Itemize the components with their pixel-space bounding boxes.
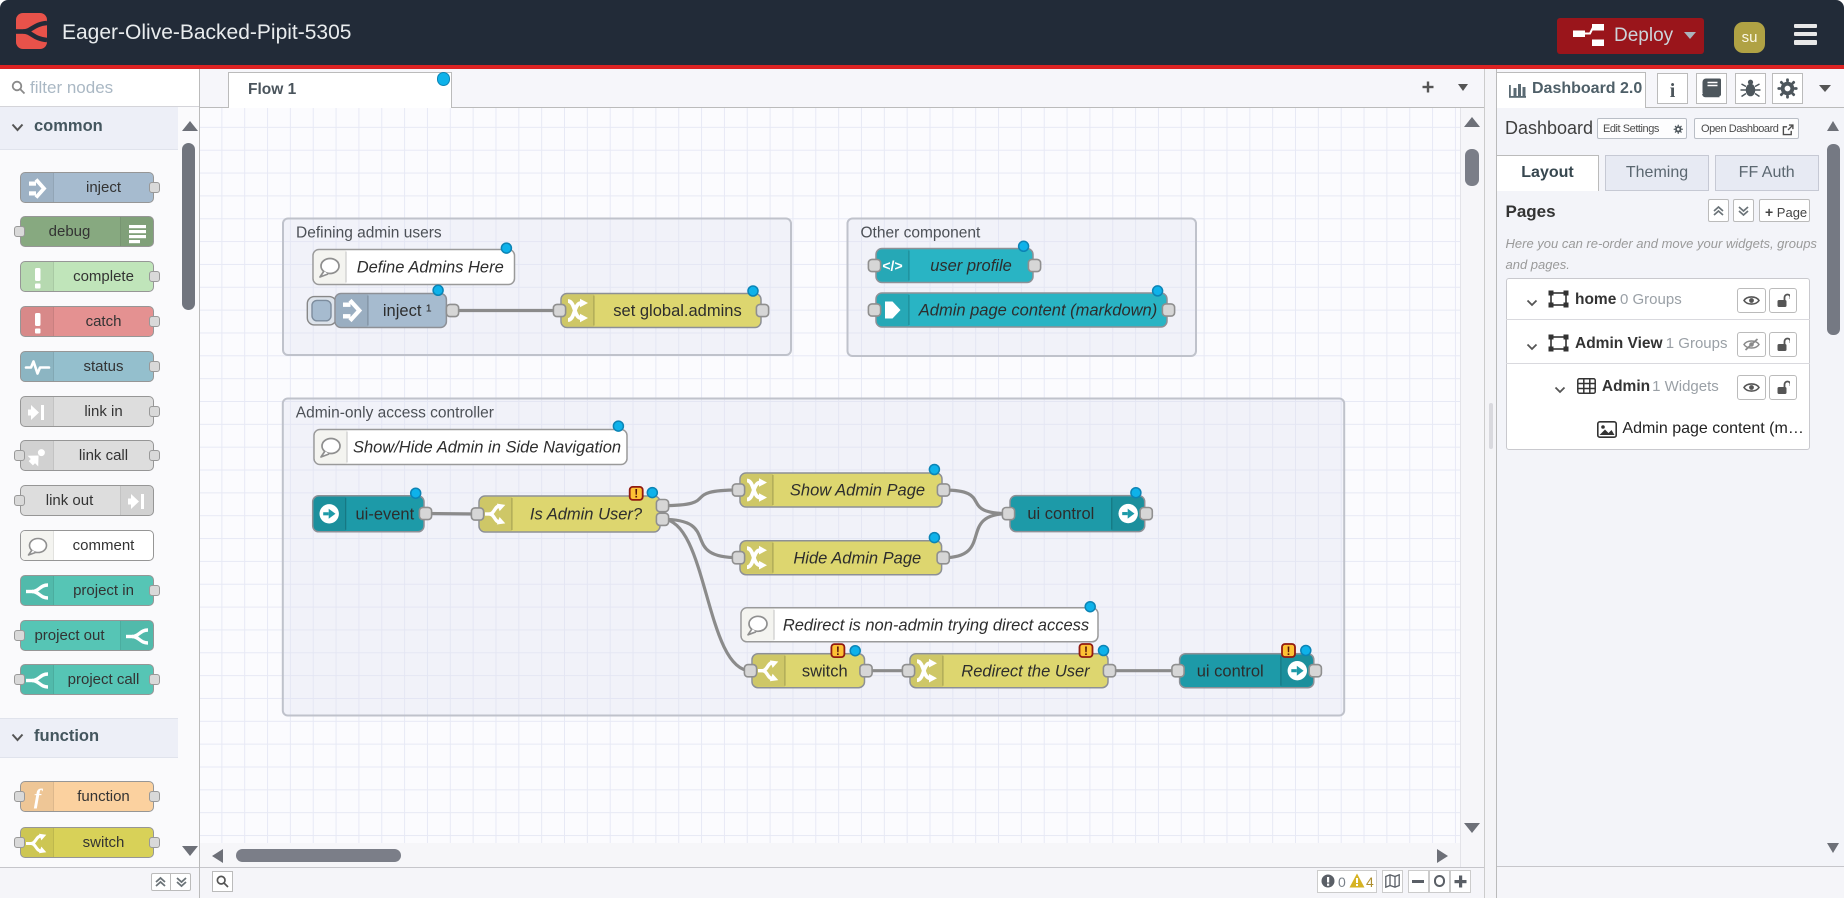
svg-text:!: !: [634, 487, 638, 501]
svg-text:Admin-only access controller: Admin-only access controller: [296, 405, 494, 422]
svg-text:Show Admin Page: Show Admin Page: [790, 482, 925, 500]
svg-text:!: !: [1287, 644, 1291, 658]
svg-text:i: i: [1670, 80, 1676, 102]
svg-text:</>: </>: [882, 258, 902, 274]
svg-text:f: f: [33, 784, 43, 809]
svg-text:Admin page content (markdown): Admin page content (markdown): [918, 302, 1157, 320]
svg-text:!: !: [836, 644, 840, 658]
svg-text:Define Admins Here: Define Admins Here: [357, 259, 504, 277]
svg-text:inject ¹: inject ¹: [383, 302, 432, 320]
svg-text:!: !: [1084, 644, 1088, 658]
svg-text:user profile: user profile: [930, 257, 1012, 275]
svg-text:Redirect is non-admin trying d: Redirect is non-admin trying direct acce…: [783, 616, 1089, 634]
svg-text:Hide Admin Page: Hide Admin Page: [793, 549, 921, 567]
svg-text:ui control: ui control: [1197, 662, 1264, 680]
svg-text:Is Admin User?: Is Admin User?: [530, 506, 643, 524]
svg-text:ui-event: ui-event: [355, 505, 414, 523]
svg-text:Redirect the User: Redirect the User: [961, 662, 1091, 680]
svg-text:switch: switch: [802, 662, 848, 680]
svg-text:Show/Hide Admin in Side Naviga: Show/Hide Admin in Side Navigation: [353, 439, 621, 457]
svg-text:Defining admin users: Defining admin users: [296, 225, 442, 242]
svg-text:ui control: ui control: [1027, 505, 1094, 523]
svg-text:set global.admins: set global.admins: [613, 302, 741, 320]
svg-text:Other component: Other component: [861, 225, 981, 242]
